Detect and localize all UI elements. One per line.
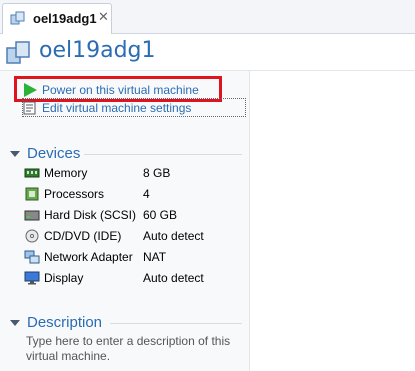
memory-icon [24,168,40,178]
tab-title: oel19adg1 [33,11,97,26]
power-on-button[interactable]: Power on this virtual machine [22,82,199,98]
device-value: 60 GB [143,208,178,222]
cd-dvd-icon [25,229,39,243]
settings-icon [23,101,36,115]
power-on-label: Power on this virtual machine [42,83,199,97]
devices-title: Devices [27,145,81,162]
tab-vm[interactable]: oel19adg1 ✕ [2,3,112,34]
device-row-memory[interactable]: Memory 8 GB [24,164,244,182]
vm-icon [6,41,30,64]
processor-icon [25,187,39,201]
close-icon[interactable]: ✕ [98,9,109,25]
description-section-header[interactable]: Description [10,314,102,331]
device-row-cd-dvd[interactable]: CD/DVD (IDE) Auto detect [24,227,244,245]
device-value: Auto detect [143,229,204,243]
edit-settings-button[interactable]: Edit virtual machine settings [22,100,191,116]
device-name: Display [44,271,84,285]
device-name: Hard Disk (SCSI) [44,208,137,222]
edit-settings-label: Edit virtual machine settings [42,101,192,115]
device-value: NAT [143,250,167,264]
tab-bar: oel19adg1 ✕ [0,0,415,34]
description-input[interactable]: Type here to enter a description of this… [26,334,241,364]
network-adapter-icon [24,250,40,264]
vm-icon [10,11,25,25]
collapse-triangle-icon [10,319,20,326]
devices-section-header[interactable]: Devices [10,145,80,162]
device-row-hard-disk[interactable]: Hard Disk (SCSI) 60 GB [24,206,244,224]
hard-disk-icon [24,210,40,221]
device-row-processors[interactable]: Processors 4 [24,185,244,203]
device-name: Memory [44,166,88,180]
display-icon [24,271,40,285]
device-name: CD/DVD (IDE) [44,229,122,243]
section-divider [84,154,242,155]
device-name: Network Adapter [44,250,133,264]
page-title: oel19adg1 [39,38,156,63]
device-name: Processors [44,187,105,201]
description-title: Description [27,314,103,331]
section-divider [110,323,242,324]
collapse-triangle-icon [10,150,20,157]
device-row-network[interactable]: Network Adapter NAT [24,248,244,266]
device-value: Auto detect [143,271,204,285]
play-icon [24,83,37,97]
device-value: 8 GB [143,166,171,180]
device-value: 4 [143,187,150,201]
device-row-display[interactable]: Display Auto detect [24,269,244,287]
